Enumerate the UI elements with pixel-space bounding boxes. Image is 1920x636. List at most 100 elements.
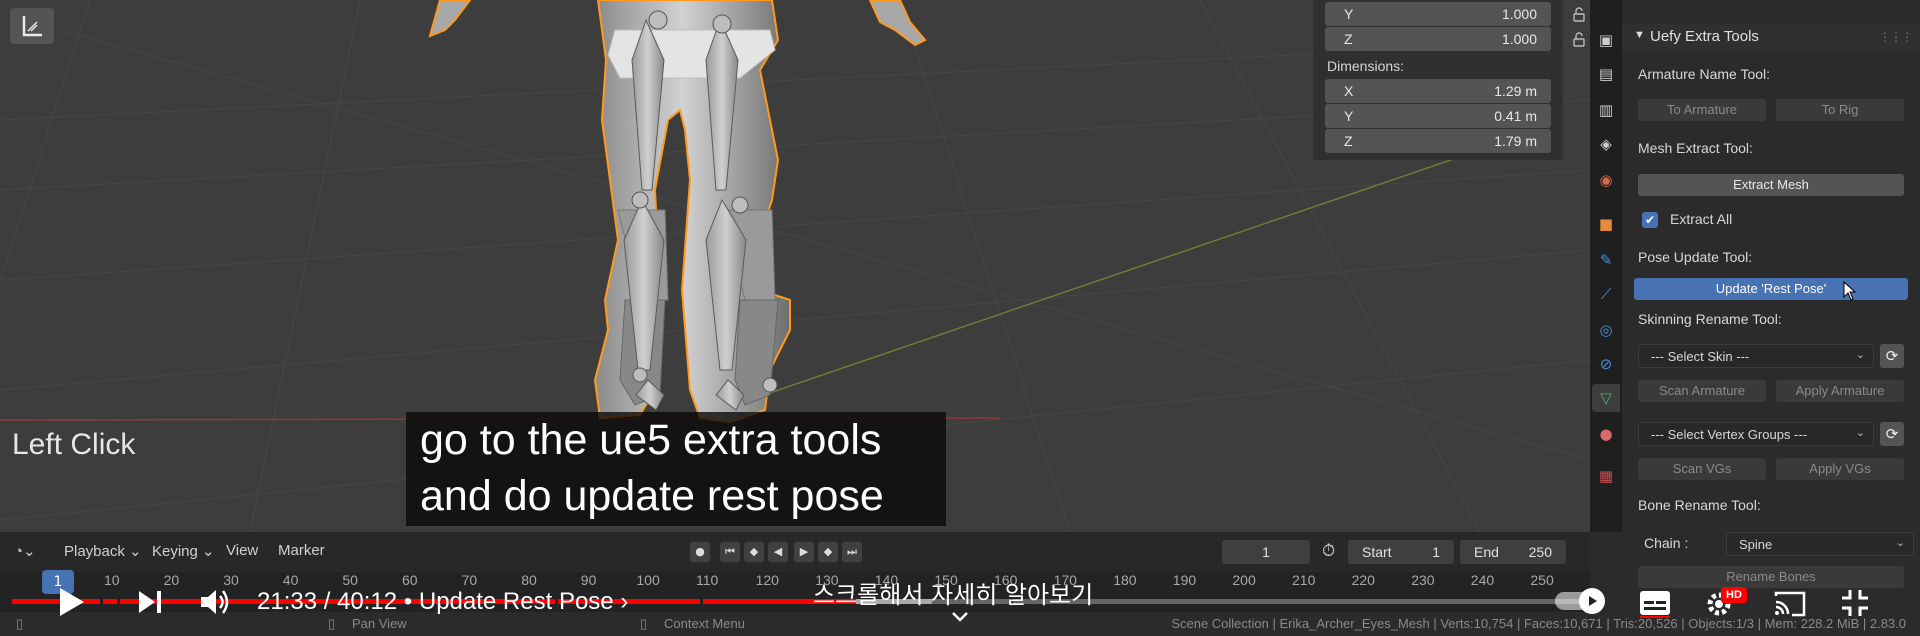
mouse-left-icon: ▯ bbox=[16, 616, 24, 631]
playback-menu[interactable]: Playback ⌄ bbox=[64, 542, 142, 560]
extract-all-label: Extract All bbox=[1670, 211, 1733, 227]
ruler-tick-label: 60 bbox=[402, 572, 418, 588]
mouse-right-icon: ▯ bbox=[640, 616, 648, 631]
start-label: Start bbox=[1362, 544, 1392, 560]
constraints-tab-icon[interactable]: ⊘ bbox=[1596, 354, 1616, 374]
select-vertex-groups-dropdown[interactable]: --- Select Vertex Groups --- ⌄ bbox=[1638, 422, 1874, 446]
scan-vgs-button[interactable]: Scan VGs bbox=[1638, 458, 1766, 480]
axis-label: Y bbox=[1344, 108, 1354, 124]
volume-icon[interactable] bbox=[198, 586, 232, 618]
start-value: 1 bbox=[1432, 544, 1440, 560]
keying-menu[interactable]: Keying ⌄ bbox=[152, 542, 215, 560]
editor-type-icon[interactable]: ◔⌄ bbox=[14, 542, 36, 560]
output-tab-icon[interactable]: ▤ bbox=[1596, 64, 1616, 84]
select-skin-dropdown[interactable]: --- Select Skin --- ⌄ bbox=[1638, 344, 1874, 368]
video-time-chapter[interactable]: 21:33 / 40:12 • Update Rest Pose › bbox=[257, 588, 628, 616]
jump-start-icon[interactable]: ⏮ bbox=[720, 542, 740, 562]
current-frame-field[interactable]: 1 bbox=[1222, 540, 1310, 564]
end-label: End bbox=[1474, 544, 1499, 560]
exit-fullscreen-icon[interactable] bbox=[1840, 588, 1870, 618]
particles-tab-icon[interactable]: ⟋ bbox=[1596, 284, 1616, 304]
world-tab-icon[interactable]: ◉ bbox=[1596, 170, 1616, 190]
scene-tab-icon[interactable]: ◈ bbox=[1596, 134, 1616, 154]
left-hand bbox=[428, 0, 472, 38]
render-tab-icon[interactable]: ▣ bbox=[1596, 30, 1616, 50]
unlock-icon[interactable] bbox=[1571, 6, 1587, 22]
caption-box: go to the ue5 extra tools and do update … bbox=[406, 412, 946, 526]
hd-badge: HD bbox=[1721, 587, 1747, 603]
armature-name-tool-label: Armature Name Tool: bbox=[1638, 66, 1771, 82]
axis-value: 1.79 m bbox=[1494, 133, 1537, 149]
chevron-down-icon: ⌄ bbox=[1895, 537, 1905, 549]
extract-all-checkbox[interactable]: ✔ bbox=[1642, 212, 1658, 228]
drag-grip-icon[interactable]: ⋮⋮⋮ bbox=[1879, 30, 1913, 44]
prev-keyframe-icon[interactable]: ◆ bbox=[744, 542, 764, 562]
axis-label: Z bbox=[1344, 133, 1353, 149]
dimension-z-field[interactable]: Z 1.79 m bbox=[1325, 129, 1551, 153]
object-tab-icon[interactable]: ■ bbox=[1596, 214, 1616, 234]
screencast-key-label: Left Click bbox=[12, 428, 136, 461]
rename-bones-button[interactable]: Rename Bones bbox=[1638, 566, 1904, 588]
chain-dropdown[interactable]: Spine ⌄ bbox=[1726, 532, 1914, 556]
autoplay-toggle[interactable] bbox=[1555, 588, 1605, 614]
scroll-for-details-hint[interactable]: 스크롤해서 자세히 알아보기 bbox=[813, 575, 1093, 610]
uefy-panel-title: Uefy Extra Tools bbox=[1650, 28, 1759, 45]
jump-end-icon[interactable]: ⏭ bbox=[842, 542, 862, 562]
view-layer-tab-icon[interactable]: ▥ bbox=[1596, 100, 1616, 120]
unlock-icon[interactable] bbox=[1571, 31, 1587, 47]
apply-armature-button[interactable]: Apply Armature bbox=[1776, 380, 1904, 402]
menu-label: Keying bbox=[152, 543, 198, 560]
timeline-header: ◔⌄ Playback ⌄ Keying ⌄ View Marker ● ⏮ ◆… bbox=[0, 532, 1590, 572]
measure-tool-icon[interactable] bbox=[10, 8, 54, 44]
skinning-rename-tool-label: Skinning Rename Tool: bbox=[1638, 311, 1782, 327]
play-reverse-icon[interactable]: ◀ bbox=[768, 542, 788, 562]
data-tab-icon[interactable]: ▽ bbox=[1592, 384, 1620, 412]
scan-armature-button[interactable]: Scan Armature bbox=[1638, 380, 1766, 402]
record-icon[interactable]: ● bbox=[690, 542, 710, 562]
ruler-tick-label: 40 bbox=[282, 572, 299, 588]
play-icon[interactable]: ▶ bbox=[794, 542, 814, 562]
uefy-panel-header[interactable]: ▼ Uefy Extra Tools ⋮⋮⋮ bbox=[1622, 24, 1920, 52]
apply-vgs-button[interactable]: Apply VGs bbox=[1776, 458, 1904, 480]
chevron-down-icon[interactable] bbox=[950, 610, 970, 624]
marker-menu[interactable]: Marker bbox=[278, 542, 325, 559]
modifier-wrench-icon[interactable]: ✎ bbox=[1596, 250, 1616, 270]
end-frame-field[interactable]: End 250 bbox=[1460, 540, 1566, 564]
refresh-vertex-groups-icon[interactable]: ⟳ bbox=[1880, 422, 1904, 446]
subtitles-icon[interactable] bbox=[1638, 588, 1672, 618]
update-rest-pose-button[interactable]: Update 'Rest Pose' bbox=[1634, 278, 1908, 300]
to-rig-button[interactable]: To Rig bbox=[1776, 99, 1904, 121]
next-video-icon[interactable] bbox=[136, 588, 164, 616]
character-mesh bbox=[593, 0, 791, 424]
scale-y-field[interactable]: Y 1.000 bbox=[1325, 2, 1585, 26]
start-frame-field[interactable]: Start 1 bbox=[1348, 540, 1454, 564]
dimension-x-field[interactable]: X 1.29 m bbox=[1325, 79, 1551, 103]
chain-label: Chain : bbox=[1644, 535, 1689, 551]
axis-label: X bbox=[1344, 83, 1354, 99]
dimension-y-field[interactable]: Y 0.41 m bbox=[1325, 104, 1551, 128]
ruler-tick-label: 10 bbox=[104, 572, 120, 588]
collapse-triangle-icon[interactable]: ▼ bbox=[1634, 29, 1645, 41]
play-icon[interactable] bbox=[56, 586, 86, 618]
chapter-divider bbox=[100, 599, 103, 604]
refresh-skin-icon[interactable]: ⟳ bbox=[1880, 344, 1904, 368]
physics-tab-icon[interactable]: ◎ bbox=[1596, 320, 1616, 340]
pose-update-tool-label: Pose Update Tool: bbox=[1638, 249, 1753, 265]
scale-z-field[interactable]: Z 1.000 bbox=[1325, 27, 1585, 51]
to-armature-button[interactable]: To Armature bbox=[1638, 99, 1766, 121]
view-menu[interactable]: View bbox=[226, 542, 258, 559]
autoplay-play-icon bbox=[1579, 588, 1605, 614]
ruler-tick-label: 70 bbox=[461, 572, 478, 588]
progress-bar[interactable] bbox=[12, 599, 1584, 604]
extract-mesh-button[interactable]: Extract Mesh bbox=[1638, 174, 1904, 196]
end-value: 250 bbox=[1528, 544, 1552, 560]
ruler-tick-label: 180 bbox=[1113, 572, 1137, 588]
texture-tab-icon[interactable]: ▦ bbox=[1596, 466, 1616, 486]
material-tab-icon[interactable]: ● bbox=[1596, 424, 1616, 444]
cast-icon[interactable] bbox=[1772, 588, 1808, 618]
stopwatch-icon[interactable]: ⏱ bbox=[1322, 541, 1335, 561]
axis-value: 1.29 m bbox=[1494, 83, 1537, 99]
chapter-separator: • bbox=[397, 588, 419, 615]
next-keyframe-icon[interactable]: ◆ bbox=[818, 542, 838, 562]
screen: { "viewport": { "overlay_text": "Left Cl… bbox=[0, 0, 1920, 636]
